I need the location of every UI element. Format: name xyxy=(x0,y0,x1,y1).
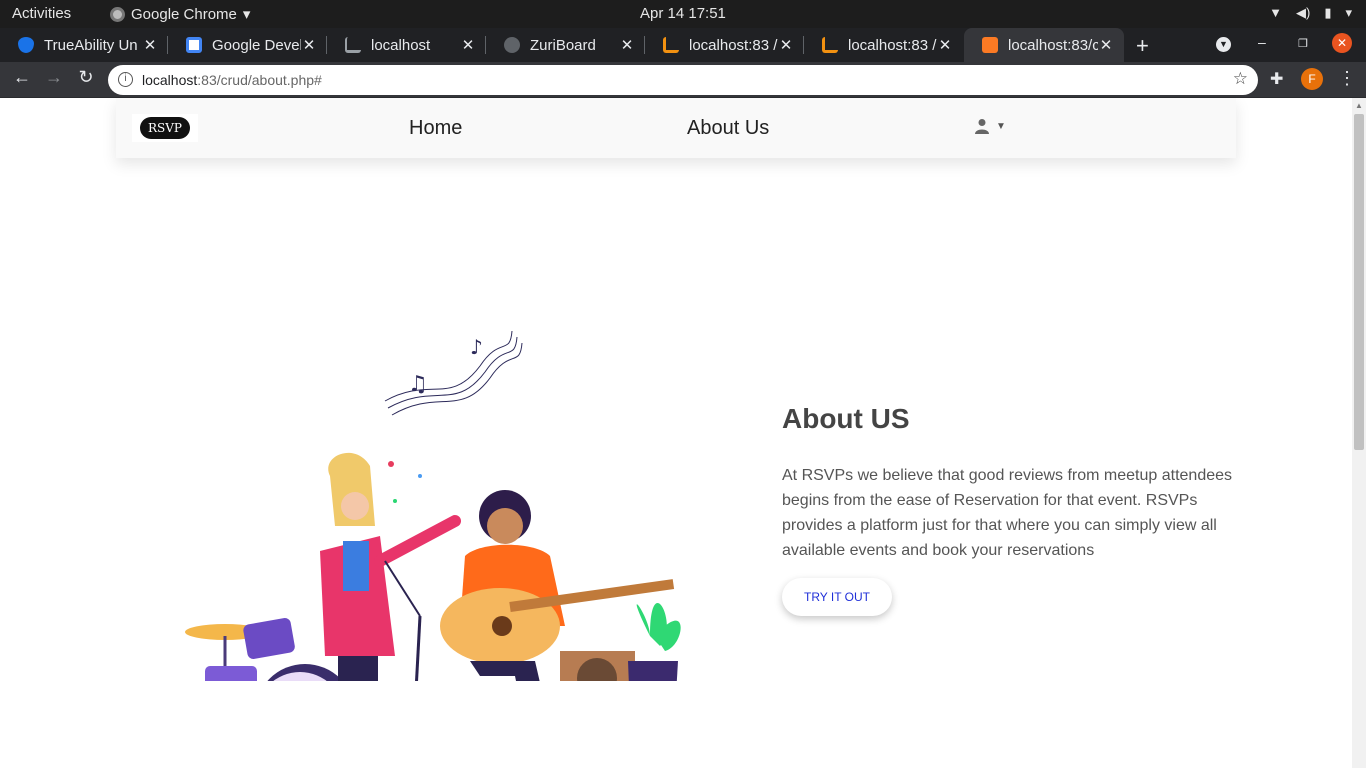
user-icon xyxy=(975,119,989,134)
globe-icon xyxy=(504,37,520,53)
singer-figure xyxy=(320,452,461,681)
extensions-puzzle-icon[interactable]: ✚ xyxy=(1270,69,1283,89)
tab[interactable]: Google Develo ✕ xyxy=(168,28,327,62)
chrome-menu-icon[interactable]: ⋮ xyxy=(1338,68,1356,89)
xampp-icon xyxy=(982,37,998,53)
url-text[interactable]: localhost:83/crud/about.php# xyxy=(142,72,322,88)
tab-title: localhost:83 / xyxy=(689,36,778,54)
tab-title: localhost xyxy=(371,36,431,54)
close-icon[interactable]: ✕ xyxy=(1098,36,1114,54)
tab-strip: TrueAbility Un ✕ Google Develo ✕ localho… xyxy=(0,28,1366,62)
phpmyadmin-icon xyxy=(663,37,679,53)
nav-about-link[interactable]: About Us xyxy=(687,117,769,140)
about-description: At RSVPs we believe that good reviews fr… xyxy=(782,467,1233,559)
tab[interactable]: localhost:83 / ✕ xyxy=(804,28,963,62)
tab-title: Google Develo xyxy=(212,36,301,54)
clock[interactable]: Apr 14 17:51 xyxy=(640,5,726,22)
tab-title: localhost:83/c xyxy=(1008,36,1098,54)
shield-icon xyxy=(18,37,34,53)
new-tab-button[interactable]: + xyxy=(1136,33,1149,59)
url-path: :83/crud/about.php# xyxy=(197,72,322,88)
info-icon[interactable]: i xyxy=(118,72,133,87)
caret-down-icon: ▼ xyxy=(996,120,1006,132)
band-illustration: ♫ ♪ xyxy=(185,330,681,681)
svg-text:♪: ♪ xyxy=(470,335,483,359)
speaker xyxy=(560,651,635,681)
chevron-down-icon: ▾ xyxy=(242,6,251,23)
wifi-icon: ▼ xyxy=(1269,5,1282,20)
tab[interactable]: TrueAbility Un ✕ xyxy=(0,28,168,62)
page-viewport: RSVP Home About Us ▼ ♫ ♪ About US At RSV… xyxy=(0,98,1352,768)
url-host: localhost xyxy=(142,72,198,88)
tab[interactable]: ZuriBoard ✕ xyxy=(486,28,645,62)
close-icon[interactable]: ✕ xyxy=(619,36,635,54)
site-navbar: RSVP Home About Us ▼ xyxy=(116,98,1236,158)
tab-search-button[interactable]: ▼ xyxy=(1216,37,1231,52)
music-notes xyxy=(384,330,523,416)
about-title: About US xyxy=(782,403,910,434)
forward-button[interactable]: → xyxy=(42,67,66,88)
site-logo[interactable]: RSVP xyxy=(132,114,198,142)
bookmark-star-icon[interactable]: ☆ xyxy=(1233,69,1248,89)
logo-badge: RSVP xyxy=(140,117,190,139)
tab-title: localhost:83 / xyxy=(848,36,937,54)
tab-title: ZuriBoard xyxy=(530,36,596,54)
chrome-icon xyxy=(110,6,125,22)
profile-avatar[interactable]: F xyxy=(1301,68,1323,90)
svg-text:♫: ♫ xyxy=(408,372,428,397)
minimize-button[interactable]: – xyxy=(1258,34,1266,50)
nav-home-link[interactable]: Home xyxy=(409,117,462,140)
reload-button[interactable]: ↻ xyxy=(74,67,98,88)
scrollbar-thumb[interactable] xyxy=(1354,114,1364,450)
tab-active[interactable]: localhost:83/c ✕ xyxy=(964,28,1124,62)
address-bar[interactable]: i localhost:83/crud/about.php# ☆ xyxy=(108,65,1258,95)
system-tray[interactable]: ▼ ◀) ▮ ▾ xyxy=(1269,5,1352,21)
tab-title: TrueAbility Un xyxy=(44,36,138,54)
page-scrollbar[interactable]: ▲ xyxy=(1352,98,1366,768)
volume-icon: ◀) xyxy=(1295,5,1311,20)
try-it-out-button[interactable]: TRY IT OUT xyxy=(782,578,892,616)
close-icon[interactable]: ✕ xyxy=(460,36,476,54)
app-name: Google Chrome xyxy=(131,5,237,23)
battery-icon: ▮ xyxy=(1324,5,1332,20)
sail-icon xyxy=(345,37,361,53)
close-icon[interactable]: ✕ xyxy=(778,36,794,54)
potted-plant xyxy=(628,602,681,681)
system-top-bar: Activities Google Chrome ▾ Apr 14 17:51 … xyxy=(0,0,1366,28)
close-icon[interactable]: ✕ xyxy=(301,36,317,54)
maximize-button[interactable]: ❐ xyxy=(1298,37,1308,50)
back-button[interactable]: ← xyxy=(10,67,34,88)
guitarist-figure xyxy=(440,490,675,681)
activities-button[interactable]: Activities xyxy=(12,5,71,22)
chevron-down-icon: ▾ xyxy=(1345,5,1352,20)
app-menu[interactable]: Google Chrome ▾ xyxy=(110,5,250,23)
tab[interactable]: localhost ✕ xyxy=(327,28,486,62)
close-icon[interactable]: ✕ xyxy=(142,36,158,54)
user-menu-toggle[interactable]: ▼ xyxy=(974,118,1006,134)
scroll-up-arrow-icon[interactable]: ▲ xyxy=(1355,101,1363,110)
browser-toolbar: ← → ↻ i localhost:83/crud/about.php# ☆ xyxy=(0,62,1366,98)
close-icon[interactable]: ✕ xyxy=(937,36,953,54)
window-close-button[interactable]: ✕ xyxy=(1332,33,1352,53)
google-developers-icon xyxy=(186,37,202,53)
tab[interactable]: localhost:83 / ✕ xyxy=(645,28,804,62)
phpmyadmin-icon xyxy=(822,37,838,53)
